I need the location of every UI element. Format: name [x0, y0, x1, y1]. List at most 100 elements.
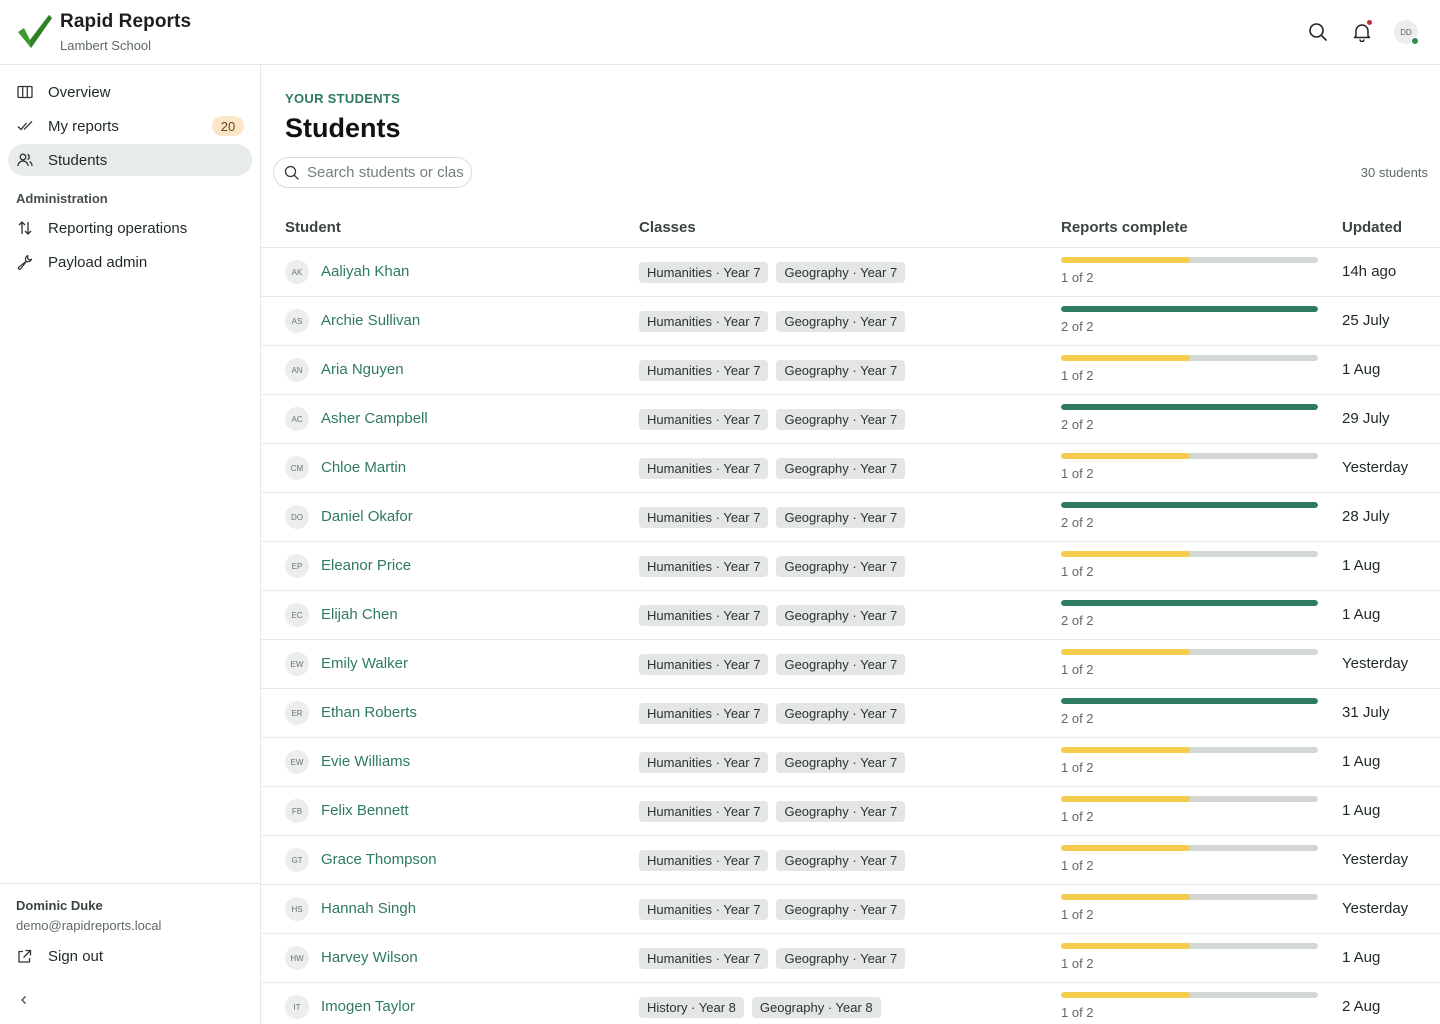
class-chips: Humanities · Year 7 Geography · Year 7 [639, 899, 906, 920]
student-avatar: AS [285, 309, 309, 333]
class-chip: History · Year 8 [639, 997, 744, 1018]
student-name-link[interactable]: Imogen Taylor [321, 998, 415, 1015]
reports-progress-label: 1 of 2 [1061, 662, 1094, 677]
student-name-link[interactable]: Asher Campbell [321, 410, 428, 427]
class-chip: Humanities · Year 7 [639, 262, 769, 283]
sidebar-item-payload-admin[interactable]: Payload admin [8, 246, 252, 278]
student-avatar: EC [285, 603, 309, 627]
reports-progress-bar [1061, 992, 1318, 998]
table-row[interactable]: HS Hannah Singh Humanities · Year 7 Geograp… [261, 885, 1440, 934]
class-chips: Humanities · Year 7 Geography · Year 7 [639, 703, 906, 724]
progress-fill [1061, 257, 1190, 263]
updated-date: 1 Aug [1342, 949, 1381, 966]
table-row[interactable]: GT Grace Thompson Humanities · Year 7 Geogr… [261, 836, 1440, 885]
student-name-link[interactable]: Eleanor Price [321, 557, 411, 574]
student-name-link[interactable]: Archie Sullivan [321, 312, 420, 329]
student-name-link[interactable]: Emily Walker [321, 655, 408, 672]
class-chip: Humanities · Year 7 [639, 556, 769, 577]
table-row[interactable]: EW Evie Williams Humanities · Year 7 Geogra… [261, 738, 1440, 787]
reports-progress-bar [1061, 600, 1318, 606]
progress-fill [1061, 894, 1190, 900]
progress-fill [1061, 943, 1190, 949]
table-row[interactable]: HW Harvey Wilson Humanities · Year 7 Geogra… [261, 934, 1440, 983]
class-chip: Geography · Year 7 [776, 899, 906, 920]
reports-progress-bar [1061, 404, 1318, 410]
table-row[interactable]: AC Asher Campbell Humanities · Year 7 Geogr… [261, 395, 1440, 444]
progress-fill [1061, 845, 1190, 851]
updated-date: 31 July [1342, 704, 1390, 721]
class-chip: Geography · Year 8 [751, 997, 881, 1018]
column-header-updated[interactable]: Updated [1342, 219, 1402, 236]
class-chip: Geography · Year 7 [776, 556, 906, 577]
user-avatar[interactable]: DD [1394, 20, 1419, 45]
student-avatar: HW [285, 946, 309, 970]
class-chip: Humanities · Year 7 [639, 801, 769, 822]
student-name-link[interactable]: Aaliyah Khan [321, 263, 409, 280]
student-name-link[interactable]: Evie Williams [321, 753, 410, 770]
sidebar-item-reporting-operations[interactable]: Reporting operations [8, 212, 252, 244]
sidebar-item-students[interactable]: Students [8, 144, 252, 176]
class-chip: Humanities · Year 7 [639, 850, 769, 871]
class-chip: Humanities · Year 7 [639, 458, 769, 479]
table-row[interactable]: AN Aria Nguyen Humanities · Year 7 Geograph… [261, 346, 1440, 395]
updated-date: Yesterday [1342, 851, 1409, 868]
student-name-link[interactable]: Elijah Chen [321, 606, 398, 623]
search-field[interactable] [273, 157, 472, 188]
class-chips: Humanities · Year 7 Geography · Year 7 [639, 262, 906, 283]
table-row[interactable]: CM Chloe Martin Humanities · Year 7 Geograp… [261, 444, 1440, 493]
class-chips: Humanities · Year 7 Geography · Year 7 [639, 556, 906, 577]
class-chip: Geography · Year 7 [776, 801, 906, 822]
student-name-link[interactable]: Felix Bennett [321, 802, 409, 819]
table-row[interactable]: EC Elijah Chen Humanities · Year 7 Geograph… [261, 591, 1440, 640]
student-name-link[interactable]: Chloe Martin [321, 459, 406, 476]
class-chips: Humanities · Year 7 Geography · Year 7 [639, 752, 906, 773]
search-icon[interactable] [1306, 20, 1330, 44]
student-name-link[interactable]: Daniel Okafor [321, 508, 413, 525]
table-row[interactable]: EP Eleanor Price Humanities · Year 7 Geogra… [261, 542, 1440, 591]
table-row[interactable]: FB Felix Bennett Humanities · Year 7 Geogra… [261, 787, 1440, 836]
column-header-reports-complete[interactable]: Reports complete [1061, 219, 1188, 236]
class-chip: Geography · Year 7 [776, 360, 906, 381]
sidebar-item-my-reports[interactable]: My reports 20 [8, 110, 252, 142]
class-chips: Humanities · Year 7 Geography · Year 7 [639, 507, 906, 528]
collapse-sidebar-chevron-left-icon[interactable] [14, 990, 34, 1010]
reports-progress-label: 1 of 2 [1061, 270, 1094, 285]
student-name-link[interactable]: Harvey Wilson [321, 949, 418, 966]
progress-fill [1061, 992, 1190, 998]
bell-icon[interactable] [1350, 19, 1374, 44]
reports-progress-label: 1 of 2 [1061, 1005, 1094, 1020]
student-name-link[interactable]: Grace Thompson [321, 851, 437, 868]
reports-progress-bar [1061, 649, 1318, 655]
student-name-link[interactable]: Ethan Roberts [321, 704, 417, 721]
column-header-classes[interactable]: Classes [639, 219, 696, 236]
updated-date: 2 Aug [1342, 998, 1381, 1015]
table-row[interactable]: AK Aaliyah Khan Humanities · Year 7 Geograp… [261, 248, 1440, 297]
sidebar-section-administration: Administration [16, 191, 108, 206]
progress-fill [1061, 796, 1190, 802]
reports-progress-label: 1 of 2 [1061, 907, 1094, 922]
progress-fill [1061, 747, 1190, 753]
table-row[interactable]: ER Ethan Roberts Humanities · Year 7 Geogra… [261, 689, 1440, 738]
class-chip: Geography · Year 7 [776, 752, 906, 773]
sign-out-button[interactable]: Sign out [8, 942, 103, 970]
student-name-link[interactable]: Aria Nguyen [321, 361, 404, 378]
student-name-link[interactable]: Hannah Singh [321, 900, 416, 917]
updated-date: 1 Aug [1342, 606, 1381, 623]
reports-progress-bar [1061, 551, 1318, 557]
column-header-student[interactable]: Student [285, 219, 341, 236]
class-chips: Humanities · Year 7 Geography · Year 7 [639, 458, 906, 479]
reports-progress-bar [1061, 355, 1318, 361]
table-row[interactable]: AS Archie Sullivan Humanities · Year 7 Geog… [261, 297, 1440, 346]
sidebar-item-overview[interactable]: Overview [8, 76, 252, 108]
class-chip: Geography · Year 7 [776, 409, 906, 430]
table-row[interactable]: IT Imogen Taylor History · Year 8 Geography… [261, 983, 1440, 1024]
sidebar-item-label: My reports [48, 117, 119, 135]
school-name: Lambert School [60, 38, 152, 53]
search-input[interactable] [307, 164, 467, 181]
class-chip: Geography · Year 7 [776, 850, 906, 871]
table-row[interactable]: EW Emily Walker Humanities · Year 7 Geograp… [261, 640, 1440, 689]
class-chip: Geography · Year 7 [776, 458, 906, 479]
reports-progress-label: 1 of 2 [1061, 809, 1094, 824]
table-row[interactable]: DO Daniel Okafor Humanities · Year 7 Geogra… [261, 493, 1440, 542]
class-chip: Humanities · Year 7 [639, 899, 769, 920]
